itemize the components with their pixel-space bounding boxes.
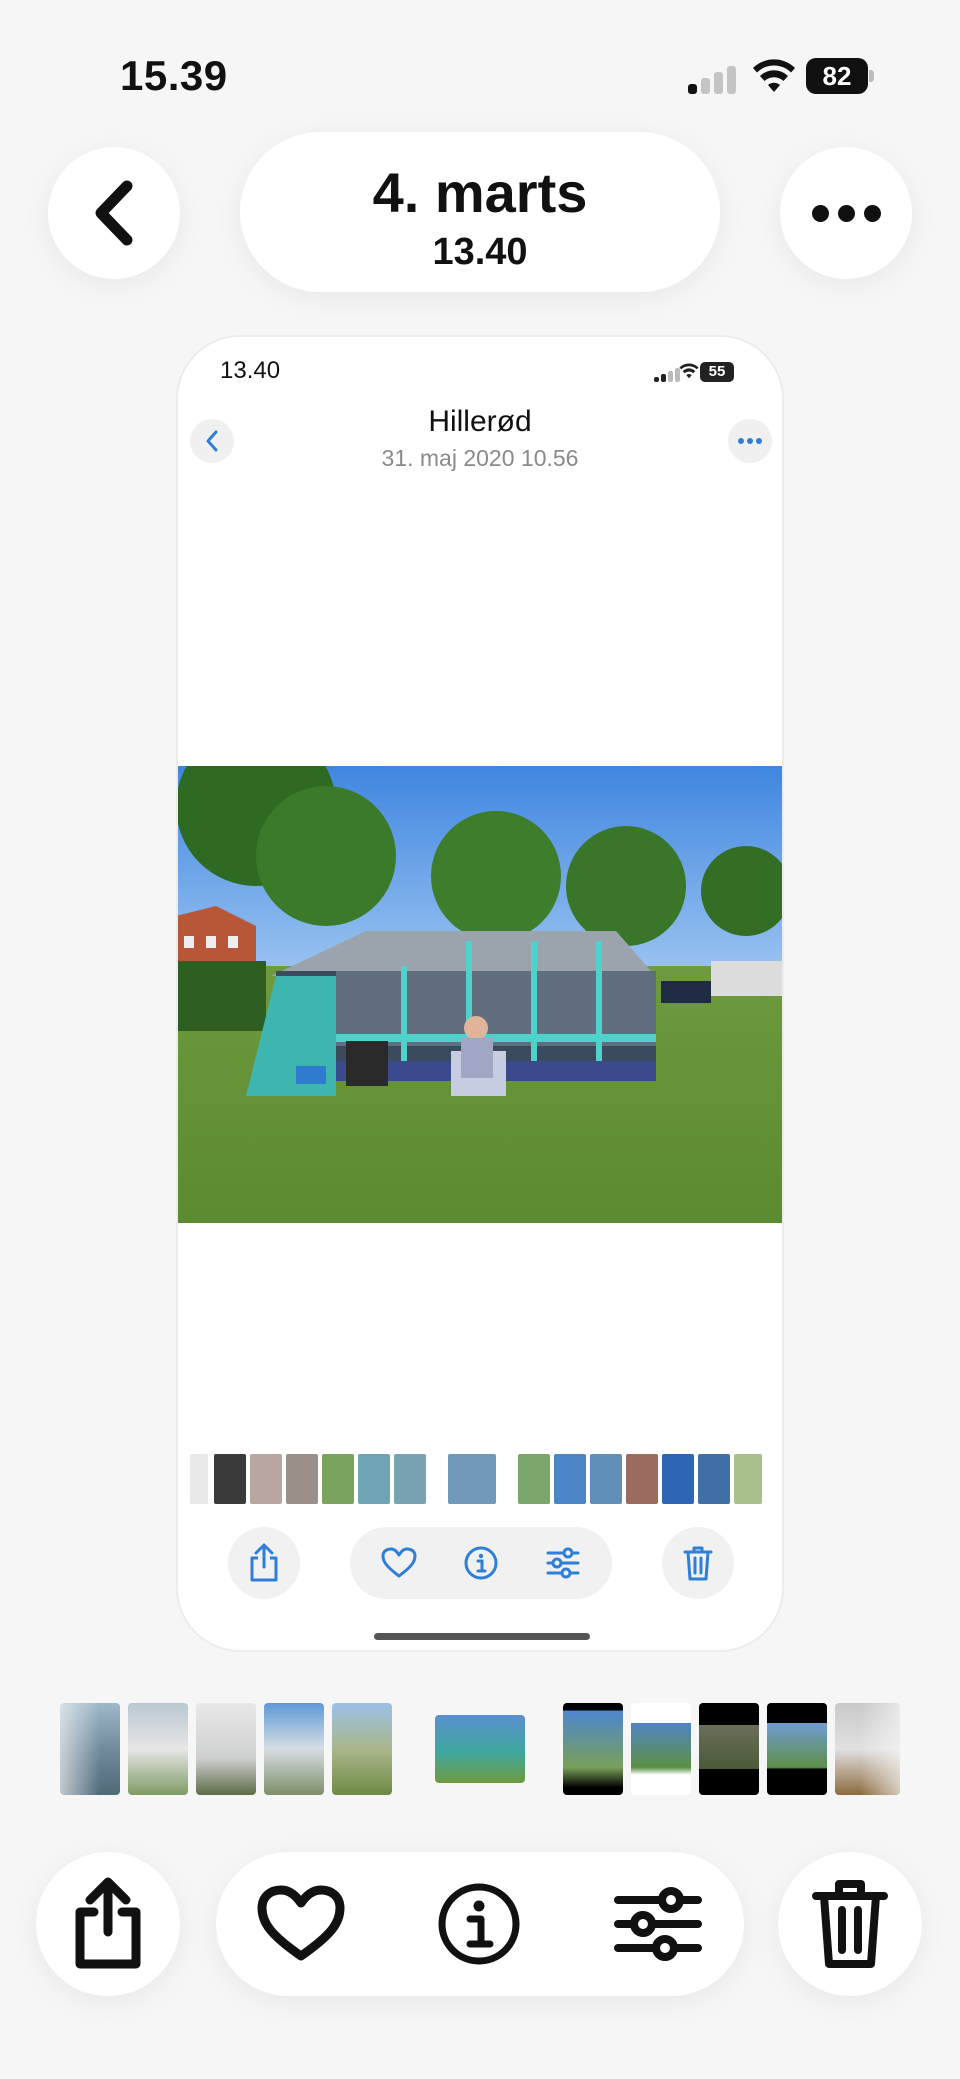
page-subtitle: 13.40 bbox=[432, 231, 528, 273]
screenshot-share-button bbox=[228, 1527, 300, 1599]
thumbnail-strip[interactable] bbox=[60, 1703, 900, 1795]
screenshot-status-time: 13.40 bbox=[220, 357, 281, 384]
info-button[interactable] bbox=[434, 1883, 524, 1965]
screenshot-preview[interactable]: 13.40 55 Hillerød 31. maj 2020 10.56 bbox=[176, 335, 784, 1652]
heart-icon bbox=[257, 1885, 345, 1961]
sliders-icon bbox=[614, 1887, 702, 1961]
thumbnail[interactable] bbox=[767, 1703, 827, 1795]
sliders-icon bbox=[545, 1545, 581, 1581]
info-icon bbox=[463, 1545, 499, 1581]
heart-icon bbox=[381, 1545, 417, 1581]
share-icon bbox=[250, 1543, 278, 1582]
thumbnail[interactable] bbox=[435, 1715, 525, 1783]
thumbnail[interactable] bbox=[196, 1703, 256, 1795]
trash-icon bbox=[683, 1546, 713, 1581]
back-button[interactable] bbox=[48, 147, 180, 279]
wifi-icon bbox=[753, 59, 795, 92]
cellular-signal-icon bbox=[688, 64, 738, 94]
strip-fade-right bbox=[860, 1700, 920, 1798]
action-pill bbox=[216, 1852, 744, 1996]
favorite-button[interactable] bbox=[256, 1885, 346, 1962]
share-icon bbox=[75, 1877, 141, 1969]
screenshot-battery: 55 bbox=[700, 362, 734, 382]
home-indicator bbox=[374, 1633, 590, 1640]
screenshot-wifi-icon bbox=[679, 363, 699, 379]
battery-indicator: 82 bbox=[806, 58, 874, 94]
battery-percentage: 82 bbox=[806, 58, 868, 94]
screenshot-delete-button bbox=[662, 1527, 734, 1599]
thumbnail[interactable] bbox=[631, 1703, 691, 1795]
thumbnail[interactable] bbox=[264, 1703, 324, 1795]
thumbnail[interactable] bbox=[563, 1703, 623, 1795]
status-time: 15.39 bbox=[120, 52, 228, 99]
thumbnail[interactable] bbox=[332, 1703, 392, 1795]
page-title: 4. marts bbox=[372, 161, 588, 224]
info-icon bbox=[438, 1883, 520, 1965]
trash-icon bbox=[812, 1880, 888, 1968]
chevron-left-icon bbox=[95, 180, 133, 246]
screenshot-status-icons: 55 bbox=[654, 362, 764, 384]
screenshot-subtitle: 31. maj 2020 10.56 bbox=[381, 445, 579, 471]
strip-fade-left bbox=[40, 1700, 100, 1798]
screenshot-thumbnail-strip bbox=[190, 1454, 774, 1504]
thumbnail[interactable] bbox=[128, 1703, 188, 1795]
campsite-photo bbox=[178, 766, 782, 1223]
thumbnail[interactable] bbox=[699, 1703, 759, 1795]
screenshot-action-pill bbox=[350, 1527, 612, 1599]
ellipsis-icon bbox=[811, 204, 881, 222]
adjust-button[interactable] bbox=[613, 1886, 703, 1962]
date-title-pill: 4. marts 13.40 bbox=[240, 132, 720, 292]
delete-button[interactable] bbox=[778, 1852, 922, 1996]
screenshot-title: Hillerød bbox=[428, 405, 532, 438]
ellipsis-icon bbox=[738, 438, 762, 444]
share-button[interactable] bbox=[36, 1852, 180, 1996]
more-button[interactable] bbox=[780, 147, 912, 279]
screenshot-more-button bbox=[728, 419, 772, 463]
